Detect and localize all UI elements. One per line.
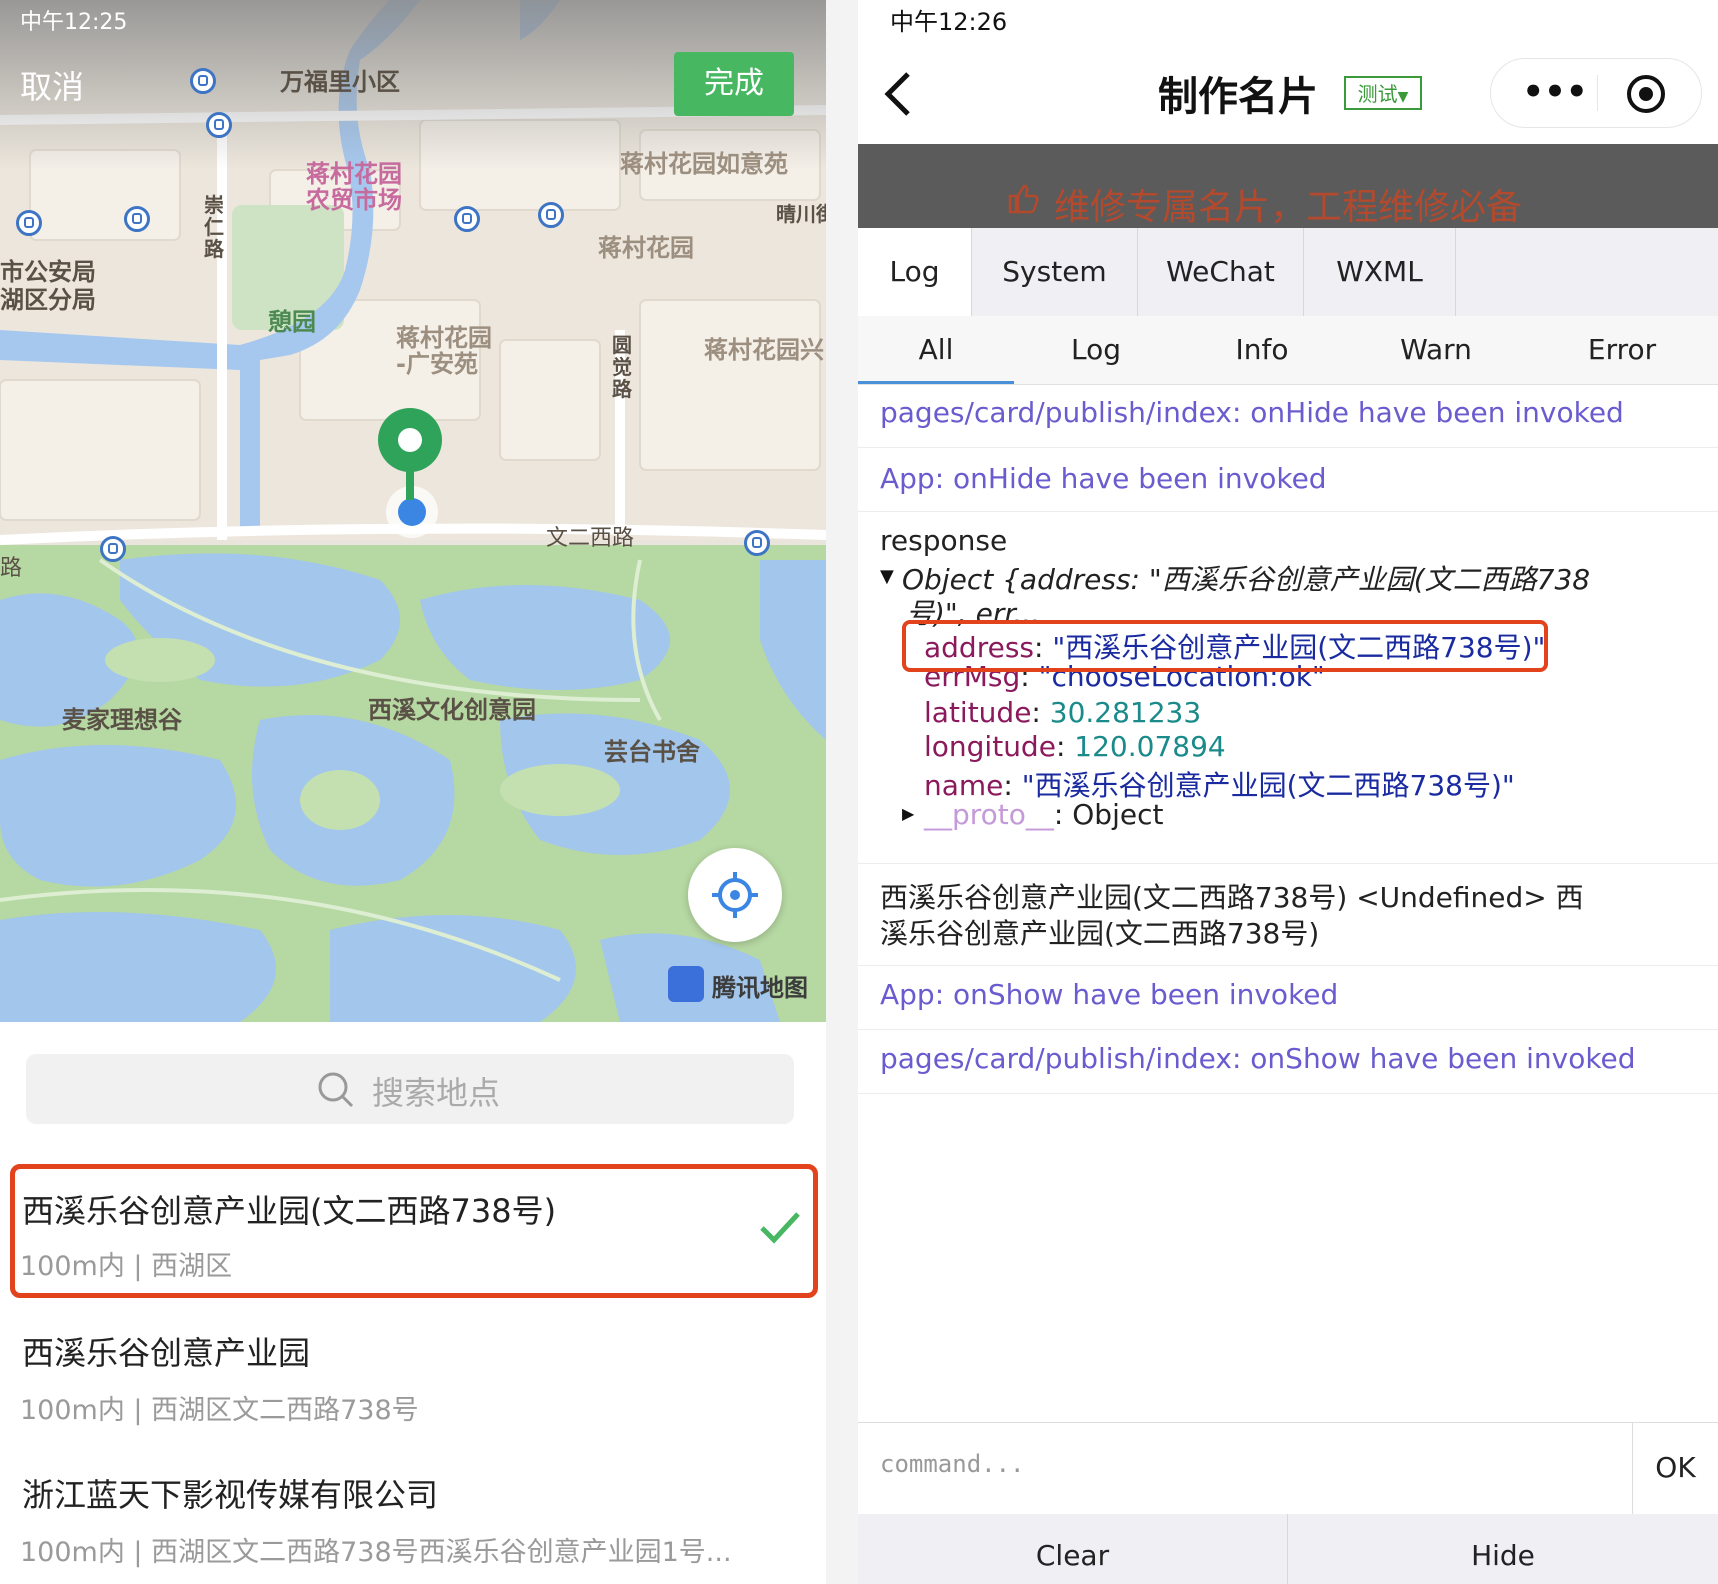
ok-button[interactable]: OK	[1632, 1422, 1718, 1514]
bus-stop-icon	[206, 112, 232, 138]
bus-stop-icon	[190, 68, 216, 94]
bus-stop-icon	[538, 202, 564, 228]
place-item[interactable]: 浙江蓝天下影视传媒有限公司 100m内 | 西湖区文二西路738号西溪乐谷创意产…	[0, 1448, 826, 1584]
place-title: 西溪乐谷创意产业园	[22, 1334, 311, 1372]
prop-value: 30.281233	[1049, 696, 1202, 729]
done-button[interactable]: 完成	[674, 52, 794, 116]
place-title: 浙江蓝天下影视传媒有限公司	[22, 1476, 439, 1514]
back-arrow-icon[interactable]	[880, 70, 914, 118]
prop-key: __proto__	[924, 798, 1054, 831]
filter-all[interactable]: All	[858, 316, 1014, 384]
navigation-bar: 中午12:26 制作名片 测试▼ •••	[858, 0, 1718, 144]
map-label-guanganyuan-line2: -广安苑	[396, 350, 478, 378]
map-view[interactable]: 中午12:25 取消 完成 万福里小区 蒋村花园 农贸市场 蒋村花园如意苑 晴川…	[0, 0, 826, 1022]
capsule-divider	[1597, 75, 1598, 111]
log-entry: pages/card/publish/index: onHide have be…	[858, 384, 1718, 448]
address-highlight	[902, 620, 1548, 672]
tencent-map-label: 腾讯地图	[712, 974, 808, 1002]
prop-key: latitude	[924, 696, 1032, 729]
log-text: App: onHide have been invoked	[880, 462, 1327, 495]
map-label-qingchuan: 晴川街	[776, 202, 826, 226]
debug-console-screen: 中午12:26 制作名片 测试▼ ••• 维修专属名片，工程维修必备 Log S…	[858, 0, 1718, 1584]
command-input[interactable]: command...	[880, 1450, 1025, 1478]
prop-key: longitude	[924, 730, 1056, 763]
caret-expanded-icon[interactable]: ▼	[880, 566, 894, 587]
bus-stop-icon	[454, 206, 480, 232]
map-label-maijia: 麦家理想谷	[62, 706, 182, 734]
search-icon	[318, 1072, 354, 1108]
map-label-qiyuan: 憩园	[268, 308, 316, 336]
log-entry-object: response ▼ Object {address: "西溪乐谷创意产业园(文…	[858, 512, 1718, 864]
location-picker-screen: 中午12:25 取消 完成 万福里小区 蒋村花园 农贸市场 蒋村花园如意苑 晴川…	[0, 0, 826, 1584]
map-label-yuntai: 芸台书舍	[604, 738, 700, 766]
thumbs-up-icon	[1008, 184, 1039, 214]
map-label-jiangcun-garden: 蒋村花园	[598, 234, 694, 262]
tencent-map-logo-icon	[668, 966, 704, 1002]
env-badge-label: 测试	[1357, 82, 1398, 106]
filter-info[interactable]: Info	[1178, 316, 1346, 384]
status-time: 中午12:26	[890, 8, 1008, 36]
search-placeholder: 搜索地点	[372, 1074, 501, 1112]
prop-proto[interactable]: __proto__: Object	[924, 798, 1163, 831]
caret-down-icon: ▼	[1397, 89, 1409, 105]
banner-text: 维修专属名片，工程维修必备	[1054, 187, 1523, 228]
map-label-police-line2: 湖区分局	[0, 286, 96, 314]
map-label-road-edge: 路	[0, 556, 23, 581]
log-text: 西溪乐谷创意产业园(文二西路738号) <Undefined> 西	[880, 881, 1584, 914]
map-label-jiangcun-xing: 蒋村花园兴	[704, 336, 824, 364]
filter-error[interactable]: Error	[1526, 316, 1718, 384]
locate-me-button[interactable]	[688, 848, 782, 942]
place-item[interactable]: 西溪乐谷创意产业园 100m内 | 西湖区文二西路738号	[0, 1306, 826, 1448]
tab-wxml[interactable]: WXML	[1304, 228, 1456, 316]
map-label-wanfuli: 万福里小区	[280, 68, 400, 96]
log-text: pages/card/publish/index: onHide have be…	[880, 396, 1624, 429]
prop-value: Object	[1072, 798, 1164, 831]
cancel-button[interactable]: 取消	[20, 62, 84, 108]
tab-log[interactable]: Log	[858, 228, 972, 316]
clear-button[interactable]: Clear	[858, 1514, 1288, 1584]
page-title: 制作名片	[1158, 74, 1318, 120]
map-label-xixi-culture-park: 西溪文化创意园	[368, 696, 536, 724]
filter-warn[interactable]: Warn	[1346, 316, 1526, 384]
log-entry: App: onHide have been invoked	[858, 448, 1718, 512]
log-entry: App: onShow have been invoked	[858, 966, 1718, 1030]
log-entry: 西溪乐谷创意产业园(文二西路738号) <Undefined> 西 溪乐谷创意产…	[858, 864, 1718, 966]
prop-longitude: longitude: 120.07894	[924, 730, 1226, 763]
bus-stop-icon	[124, 206, 150, 232]
bus-stop-icon	[744, 530, 770, 556]
log-text: pages/card/publish/index: onShow have be…	[880, 1042, 1636, 1075]
crosshair-icon	[712, 872, 758, 918]
map-label-yuanjue-road: 圆觉路	[612, 333, 632, 401]
selected-place-highlight	[10, 1164, 818, 1298]
bus-stop-icon	[100, 536, 126, 562]
hide-button[interactable]: Hide	[1288, 1514, 1718, 1584]
env-badge[interactable]: 测试▼	[1344, 76, 1422, 110]
log-text: App: onShow have been invoked	[880, 978, 1339, 1011]
bus-stop-icon	[16, 210, 42, 236]
filter-log[interactable]: Log	[1014, 316, 1178, 384]
map-label-ruyiyuan: 蒋村花园如意苑	[620, 150, 788, 178]
close-miniprogram-icon[interactable]	[1625, 73, 1667, 115]
more-options-icon[interactable]: •••	[1515, 69, 1595, 119]
caret-collapsed-icon[interactable]: ▶	[902, 804, 914, 823]
log-label: response	[880, 524, 1008, 557]
map-label-market-line2: 农贸市场	[306, 186, 402, 214]
map-label-wenerxi-road: 文二西路	[546, 526, 635, 551]
map-label-chongren-road: 崇仁路	[204, 193, 224, 261]
prop-latitude: latitude: 30.281233	[924, 696, 1202, 729]
place-subtitle: 100m内 | 西湖区文二西路738号西溪乐谷创意产业园1号...	[20, 1537, 732, 1568]
panel-divider	[826, 0, 858, 1584]
capsule-menu: •••	[1490, 58, 1702, 128]
log-text-cont: 溪乐谷创意产业园(文二西路738号)	[880, 917, 1320, 950]
prop-value: 120.07894	[1074, 730, 1226, 763]
tab-wechat[interactable]: WeChat	[1138, 228, 1304, 316]
tab-system[interactable]: System	[972, 228, 1138, 316]
log-entry: pages/card/publish/index: onShow have be…	[858, 1030, 1718, 1094]
place-subtitle: 100m内 | 西湖区文二西路738号	[20, 1395, 419, 1426]
status-time: 中午12:25	[20, 10, 128, 35]
